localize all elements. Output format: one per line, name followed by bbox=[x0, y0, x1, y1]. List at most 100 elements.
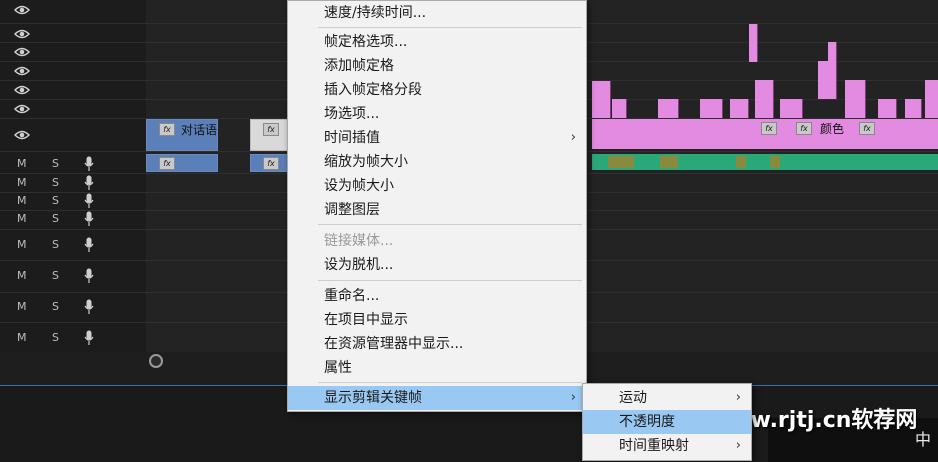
video-clip[interactable] bbox=[730, 99, 749, 118]
menu-item-make-offline[interactable]: 设为脱机... bbox=[288, 253, 586, 277]
solo-track-button[interactable]: S bbox=[52, 157, 59, 170]
clip-context-menu: 速度/持续时间... 帧定格选项... 添加帧定格 插入帧定格分段 场选项...… bbox=[287, 0, 587, 412]
eye-icon[interactable] bbox=[14, 130, 30, 140]
menu-item-label: 设为帧大小 bbox=[324, 178, 394, 194]
solo-track-button[interactable]: S bbox=[52, 212, 59, 225]
mute-track-button[interactable]: M bbox=[17, 176, 27, 189]
video-clip[interactable] bbox=[878, 99, 897, 118]
fx-badge-icon: fx bbox=[263, 157, 279, 170]
video-clip[interactable] bbox=[700, 99, 723, 118]
video-clip[interactable]: fx 对话语 bbox=[146, 119, 218, 151]
menu-item-time-interpolation[interactable]: 时间插值 › bbox=[288, 126, 586, 150]
microphone-icon[interactable] bbox=[84, 299, 94, 315]
menu-item-speed-duration[interactable]: 速度/持续时间... bbox=[288, 1, 586, 25]
menu-item-label: 在资源管理器中显示... bbox=[324, 336, 464, 352]
audio-clip bbox=[736, 156, 746, 168]
mute-track-button[interactable]: M bbox=[17, 157, 27, 170]
audio-clip bbox=[660, 156, 678, 168]
eye-icon[interactable] bbox=[14, 85, 30, 95]
menu-item-label: 链接媒体... bbox=[324, 233, 394, 249]
eye-icon[interactable] bbox=[14, 5, 30, 15]
clip-label: 对话语 bbox=[181, 123, 218, 137]
chevron-right-icon: › bbox=[735, 438, 741, 453]
video-clip[interactable] bbox=[905, 99, 922, 118]
microphone-icon[interactable] bbox=[84, 156, 94, 172]
menu-item-reveal-in-explorer[interactable]: 在资源管理器中显示... bbox=[288, 332, 586, 356]
mute-track-button[interactable]: M bbox=[17, 212, 27, 225]
video-clip[interactable] bbox=[592, 81, 611, 118]
audio-clip-strip[interactable] bbox=[592, 154, 938, 170]
video-clip[interactable] bbox=[845, 80, 866, 118]
menu-item-field-options[interactable]: 场选项... bbox=[288, 102, 586, 126]
solo-track-button[interactable]: S bbox=[52, 194, 59, 207]
menu-separator bbox=[318, 27, 582, 28]
solo-track-button[interactable]: S bbox=[52, 238, 59, 251]
eye-icon[interactable] bbox=[14, 29, 30, 39]
menu-item-label: 缩放为帧大小 bbox=[324, 154, 408, 170]
mute-track-button[interactable]: M bbox=[17, 194, 27, 207]
menu-item-frame-hold-options[interactable]: 帧定格选项... bbox=[288, 30, 586, 54]
solo-track-button[interactable]: S bbox=[52, 331, 59, 344]
microphone-icon[interactable] bbox=[84, 193, 94, 209]
menu-item-set-to-frame-size[interactable]: 设为帧大小 bbox=[288, 174, 586, 198]
menu-item-label: 时间重映射 bbox=[619, 438, 689, 454]
audio-clip[interactable]: fx bbox=[146, 154, 218, 172]
menu-item-insert-frame-hold-segment[interactable]: 插入帧定格分段 bbox=[288, 78, 586, 102]
menu-item-scale-to-frame-size[interactable]: 缩放为帧大小 bbox=[288, 150, 586, 174]
video-clip[interactable] bbox=[780, 99, 803, 118]
video-clip[interactable] bbox=[749, 24, 758, 44]
video-clip[interactable] bbox=[828, 42, 837, 61]
video-clip[interactable] bbox=[749, 43, 758, 62]
menu-separator bbox=[318, 280, 582, 281]
microphone-icon[interactable] bbox=[84, 268, 94, 284]
audio-clip[interactable]: fx bbox=[250, 154, 288, 172]
eye-icon[interactable] bbox=[14, 66, 30, 76]
video-clip[interactable] bbox=[658, 99, 679, 118]
mute-track-button[interactable]: M bbox=[17, 300, 27, 313]
mute-track-button[interactable]: M bbox=[17, 269, 27, 282]
video-clip[interactable] bbox=[612, 99, 627, 118]
menu-item-label: 重命名... bbox=[324, 288, 380, 304]
solo-track-button[interactable]: S bbox=[52, 269, 59, 282]
menu-separator bbox=[318, 224, 582, 225]
eye-icon[interactable] bbox=[14, 104, 30, 114]
microphone-icon[interactable] bbox=[84, 175, 94, 191]
chevron-right-icon: › bbox=[735, 390, 741, 405]
menu-item-label: 添加帧定格 bbox=[324, 58, 394, 74]
mute-track-button[interactable]: M bbox=[17, 331, 27, 344]
chevron-right-icon: › bbox=[570, 390, 576, 405]
microphone-icon[interactable] bbox=[84, 211, 94, 227]
audio-clip bbox=[770, 156, 780, 168]
video-clip[interactable]: fx bbox=[250, 119, 288, 151]
solo-track-button[interactable]: S bbox=[52, 300, 59, 313]
menu-item-properties[interactable]: 属性 bbox=[288, 356, 586, 380]
menu-item-label: 运动 bbox=[619, 390, 647, 406]
menu-item-label: 调整图层 bbox=[324, 202, 380, 218]
solo-track-button[interactable]: S bbox=[52, 176, 59, 189]
zoom-scroll-handle[interactable] bbox=[149, 354, 163, 368]
menu-item-show-clip-keyframes[interactable]: 显示剪辑关键帧 › bbox=[288, 386, 586, 410]
menu-item-reveal-in-project[interactable]: 在项目中显示 bbox=[288, 308, 586, 332]
menu-item-rename[interactable]: 重命名... bbox=[288, 284, 586, 308]
submenu-item-time-remapping[interactable]: 时间重映射 › bbox=[583, 434, 751, 458]
video-clip[interactable] bbox=[755, 80, 774, 118]
menu-item-label: 不透明度 bbox=[619, 414, 675, 430]
video-clip-strip[interactable]: fx fx 颜色 fx bbox=[592, 119, 938, 149]
video-clip[interactable] bbox=[925, 80, 938, 118]
menu-item-label: 显示剪辑关键帧 bbox=[324, 390, 422, 406]
menu-separator bbox=[318, 382, 582, 383]
submenu-item-opacity[interactable]: 不透明度 bbox=[583, 410, 751, 434]
keyframes-submenu: 运动 › 不透明度 时间重映射 › bbox=[582, 383, 752, 461]
eye-icon[interactable] bbox=[14, 47, 30, 57]
mute-track-button[interactable]: M bbox=[17, 238, 27, 251]
menu-item-label: 插入帧定格分段 bbox=[324, 82, 422, 98]
fx-badge-icon: fx bbox=[859, 122, 875, 135]
video-clip[interactable] bbox=[818, 61, 837, 99]
menu-item-adjustment-layer[interactable]: 调整图层 bbox=[288, 198, 586, 222]
microphone-icon[interactable] bbox=[84, 330, 94, 346]
clip-label: 颜色 bbox=[820, 122, 845, 136]
submenu-item-motion[interactable]: 运动 › bbox=[583, 386, 751, 410]
menu-item-add-frame-hold[interactable]: 添加帧定格 bbox=[288, 54, 586, 78]
menu-item-link-media: 链接媒体... bbox=[288, 229, 586, 253]
microphone-icon[interactable] bbox=[84, 237, 94, 253]
